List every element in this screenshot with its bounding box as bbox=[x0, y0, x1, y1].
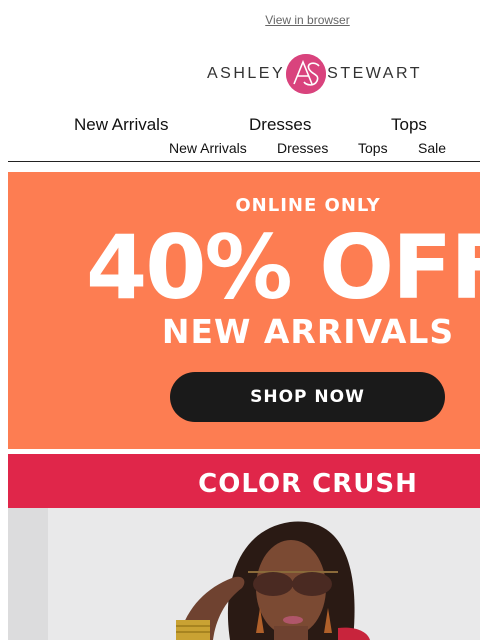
color-crush-banner[interactable]: COLOR CRUSH bbox=[8, 454, 480, 508]
secondary-nav: New Arrivals Dresses Tops Sale bbox=[0, 140, 480, 158]
subnav-tops[interactable]: Tops bbox=[358, 140, 388, 156]
logo-text-right: STEWART bbox=[327, 65, 422, 82]
nav-divider bbox=[8, 161, 480, 162]
nav-tops[interactable]: Tops bbox=[391, 115, 427, 135]
logo-text-left: ASHLEY bbox=[207, 65, 286, 82]
shop-now-button[interactable]: SHOP NOW bbox=[170, 372, 445, 422]
logo-mark bbox=[286, 54, 327, 94]
nav-new-arrivals[interactable]: New Arrivals bbox=[74, 115, 168, 135]
model-photo-image bbox=[8, 508, 480, 640]
color-crush-title: COLOR CRUSH bbox=[198, 469, 418, 499]
nav-dresses[interactable]: Dresses bbox=[249, 115, 311, 135]
subnav-sale[interactable]: Sale bbox=[418, 140, 446, 156]
logo-mark-icon bbox=[286, 54, 327, 94]
view-in-browser-link[interactable]: View in browser bbox=[0, 13, 480, 27]
promo-subhead: NEW ARRIVALS bbox=[161, 312, 455, 351]
model-photo[interactable] bbox=[8, 508, 480, 640]
primary-nav: New Arrivals Dresses Tops bbox=[0, 115, 480, 135]
promo-eyebrow: ONLINE ONLY bbox=[235, 195, 381, 216]
subnav-dresses[interactable]: Dresses bbox=[277, 140, 328, 156]
ashley-stewart-logo[interactable]: ASHLEY STEWART bbox=[207, 52, 422, 96]
promo-headline: 40% OFF bbox=[86, 216, 480, 319]
subnav-new-arrivals[interactable]: New Arrivals bbox=[169, 140, 247, 156]
promo-banner[interactable]: ONLINE ONLY 40% OFF NEW ARRIVALS SHOP NO… bbox=[8, 172, 480, 449]
